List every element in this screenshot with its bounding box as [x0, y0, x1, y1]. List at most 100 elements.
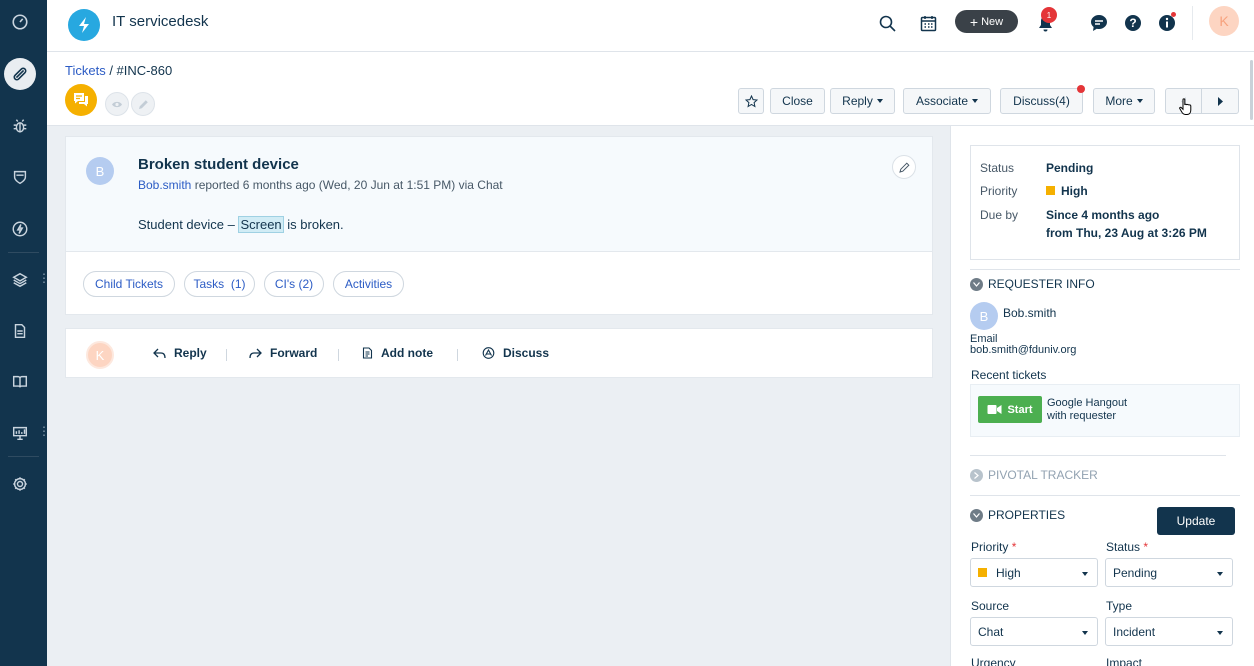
discuss-action[interactable]: Discuss: [482, 346, 549, 360]
due-line-1: Since 4 months ago: [1046, 208, 1160, 222]
caret-down-icon: [876, 99, 883, 103]
tab-cis[interactable]: CI's (2): [264, 271, 324, 297]
releases-bolt-icon[interactable]: [4, 213, 36, 245]
hangout-line-2: with requester: [1047, 410, 1117, 422]
breadcrumb-tickets-link[interactable]: Tickets: [65, 63, 106, 78]
discuss-icon: [482, 347, 495, 359]
calendar-icon[interactable]: [917, 12, 939, 34]
problems-bug-icon[interactable]: [4, 110, 36, 142]
source-select[interactable]: Chat: [970, 617, 1098, 646]
tab-child-tickets[interactable]: Child Tickets: [83, 271, 175, 297]
hangout-start-button[interactable]: Start: [978, 396, 1042, 423]
reported-text: reported 6 months ago (Wed, 20 Jun at 1:…: [191, 178, 503, 192]
recent-tickets-link[interactable]: Recent tickets: [971, 368, 1046, 382]
section-divider: [970, 269, 1240, 270]
agent-avatar: K: [86, 341, 114, 369]
page-scrollbar[interactable]: [1250, 60, 1253, 120]
tab-tasks[interactable]: Tasks (1): [184, 271, 255, 297]
type-select[interactable]: Incident: [1105, 617, 1233, 646]
properties-header[interactable]: PROPERTIES: [970, 508, 1065, 522]
watch-eye-icon[interactable]: [105, 92, 129, 116]
assets-layers-icon[interactable]: [4, 264, 36, 296]
more-dropdown-button[interactable]: More: [1093, 88, 1155, 114]
solutions-book-icon[interactable]: [4, 366, 36, 398]
source-select-value: Chat: [978, 624, 1004, 639]
chat-source-icon: [65, 84, 97, 116]
ticket-sidebar: Status Pending Priority High Due by Sinc…: [950, 126, 1254, 666]
reply-action-label: Reply: [174, 346, 207, 360]
section-divider: [970, 455, 1226, 456]
caret-down-icon: [972, 99, 979, 103]
priority-field-label: Priority *: [971, 540, 1016, 554]
forward-icon: [249, 348, 262, 358]
hangout-line-1: Google Hangout: [1047, 397, 1128, 409]
status-field-label-text: Status: [1106, 540, 1141, 554]
reports-icon[interactable]: [4, 417, 36, 449]
reply-icon: [153, 348, 166, 358]
requester-link[interactable]: Bob.smith: [138, 178, 191, 192]
requester-info-avatar: B: [970, 302, 998, 330]
new-button[interactable]: + New: [955, 10, 1018, 33]
new-button-label: New: [981, 15, 1004, 28]
close-button-label: Close: [782, 94, 813, 108]
reply-bar: K Reply Forward Add note Discuss: [65, 328, 933, 378]
status-select-value: Pending: [1113, 565, 1158, 580]
ticket-meta: Bob.smith reported 6 months ago (Wed, 20…: [138, 178, 503, 192]
discuss-button-label: Discuss(4): [1013, 94, 1070, 108]
svg-text:?: ?: [1129, 16, 1136, 30]
required-marker: *: [1011, 540, 1017, 554]
caret-down-icon: [1217, 572, 1223, 576]
ticket-status-summary: Status Pending Priority High Due by Sinc…: [970, 145, 1240, 260]
more-button-label: More: [1105, 94, 1133, 108]
ticket-card: B Broken student device Bob.smith report…: [65, 136, 933, 315]
changes-shield-icon[interactable]: [4, 161, 36, 193]
reports-more-icon[interactable]: ⋮: [38, 425, 50, 437]
app-logo-icon: [68, 9, 100, 41]
assets-more-icon[interactable]: ⋮: [38, 272, 50, 284]
user-avatar[interactable]: K: [1209, 6, 1239, 36]
status-select[interactable]: Pending: [1105, 558, 1233, 587]
desc-prefix: Student device –: [138, 217, 239, 232]
edit-pencil-icon[interactable]: [131, 92, 155, 116]
dashboard-icon[interactable]: [4, 6, 36, 38]
priority-select-value: High: [996, 565, 1021, 580]
pivotal-tracker-heading: PIVOTAL TRACKER: [988, 468, 1098, 482]
status-label: Status: [980, 161, 1015, 175]
pivotal-tracker-header[interactable]: PIVOTAL TRACKER: [970, 468, 1098, 482]
settings-gear-icon[interactable]: [4, 468, 36, 500]
requester-info-name[interactable]: Bob.smith: [1003, 306, 1056, 320]
priority-select[interactable]: High: [970, 558, 1098, 587]
rail-divider: [8, 252, 39, 253]
discuss-button[interactable]: Discuss(4): [1000, 88, 1083, 114]
associate-dropdown-button[interactable]: Associate: [903, 88, 991, 114]
reply-button-label: Reply: [842, 94, 873, 108]
search-icon[interactable]: [876, 12, 898, 34]
forward-action[interactable]: Forward: [249, 346, 317, 360]
contracts-icon[interactable]: [4, 315, 36, 347]
pencil-icon: [898, 161, 910, 173]
tab-activities[interactable]: Activities: [333, 271, 404, 297]
desc-highlight: Screen: [238, 216, 284, 233]
caret-down-icon: [1136, 99, 1143, 103]
edit-ticket-button[interactable]: [892, 155, 916, 179]
update-button[interactable]: Update: [1157, 507, 1235, 535]
breadcrumb-current: #INC-860: [116, 63, 173, 78]
add-note-action[interactable]: Add note: [362, 346, 433, 360]
close-ticket-button[interactable]: Close: [770, 88, 825, 114]
requester-avatar[interactable]: B: [86, 157, 114, 185]
reply-bar-divider: [457, 349, 458, 361]
associate-button-label: Associate: [915, 94, 969, 108]
reply-dropdown-button[interactable]: Reply: [830, 88, 895, 114]
mouse-pointer-hand-icon: [1179, 98, 1193, 119]
notification-count-badge: 1: [1041, 7, 1057, 23]
requester-info-header[interactable]: REQUESTER INFO: [970, 277, 1095, 291]
tickets-icon[interactable]: [4, 58, 36, 90]
type-field-label: Type: [1106, 599, 1133, 613]
help-icon[interactable]: ?: [1122, 12, 1144, 34]
next-ticket-button[interactable]: [1201, 88, 1239, 114]
status-field-label: Status *: [1106, 540, 1148, 554]
chat-icon[interactable]: [1088, 12, 1110, 34]
star-button[interactable]: [738, 88, 764, 114]
video-camera-icon: [987, 405, 1002, 414]
reply-action[interactable]: Reply: [153, 346, 207, 360]
